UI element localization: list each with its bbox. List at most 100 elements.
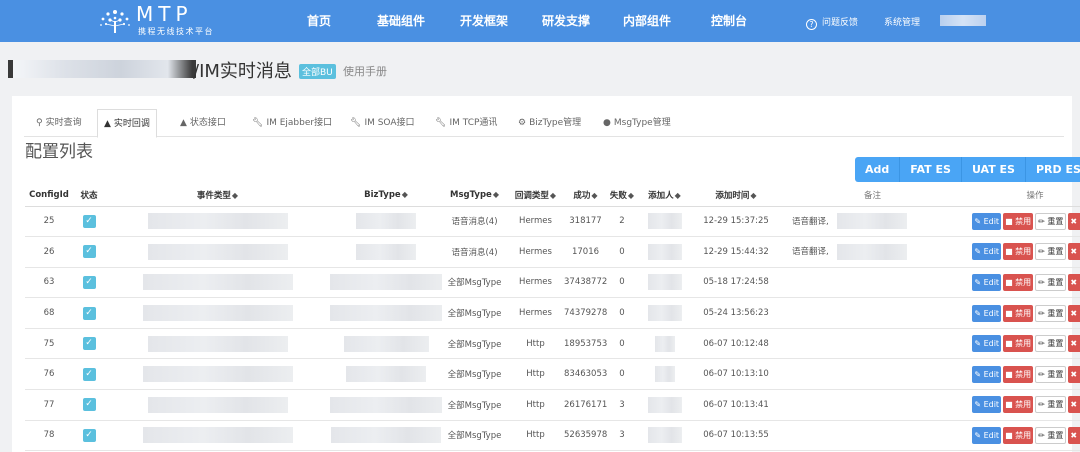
uat-es-button[interactable]: UAT ES [961, 157, 1026, 182]
edit-button[interactable]: ✎ Edit [972, 426, 1002, 444]
note-cell [780, 358, 965, 391]
col-configid[interactable]: ConfigId [25, 185, 73, 207]
nav-home[interactable]: 首页 [307, 12, 331, 29]
disable-button[interactable]: ■ 禁用 [1003, 243, 1034, 261]
delete-button[interactable]: ✖ 删除 [1068, 273, 1080, 291]
tab-biztype[interactable]: ⚙ BizType管理 [512, 109, 587, 137]
reset-button[interactable]: ✏ 重置 [1035, 396, 1067, 414]
col-callback-type[interactable]: 回调类型◆ [507, 185, 564, 207]
delete-button[interactable]: ✖ 删除 [1068, 396, 1080, 414]
delete-button[interactable]: ✖ 删除 [1068, 426, 1080, 444]
biztype-redacted [331, 427, 441, 444]
note-redacted [836, 213, 907, 230]
reset-button[interactable]: ✏ 重置 [1035, 273, 1067, 291]
bu-badge[interactable]: 全部BU [299, 64, 336, 79]
disable-button[interactable]: ■ 禁用 [1003, 426, 1034, 444]
reset-button[interactable]: ✏ 重置 [1035, 243, 1067, 261]
col-event-type[interactable]: 事件类型◆ [105, 185, 330, 207]
brand-name: MTP [136, 2, 193, 26]
adder-redacted [647, 396, 682, 413]
tab-status-api[interactable]: ▲ 状态接口 [174, 109, 232, 137]
prd-es-button[interactable]: PRD ES [1025, 157, 1080, 182]
manual-link[interactable]: 使用手册 [343, 63, 387, 79]
ops-cell: ✎ Edit■ 禁用✏ 重置✖ 删除 [965, 420, 1080, 452]
sort-icon: ◆ [549, 191, 557, 201]
stop-icon: ■ [1005, 430, 1013, 440]
delete-button[interactable]: ✖ 删除 [1068, 304, 1080, 322]
disable-button[interactable]: ■ 禁用 [1003, 335, 1034, 353]
col-biztype[interactable]: BizType◆ [330, 185, 442, 207]
disable-button[interactable]: ■ 禁用 [1003, 304, 1034, 322]
reset-button[interactable]: ✏ 重置 [1035, 304, 1067, 322]
edit-button[interactable]: ✎ Edit [972, 304, 1002, 322]
add-button[interactable]: Add [855, 157, 901, 182]
edit-button[interactable]: ✎ Edit [972, 212, 1002, 230]
enabled-checkbox[interactable]: ✓ [82, 398, 96, 412]
mtp-logo[interactable]: MTP 携程无线技术平台 [98, 2, 258, 39]
add-time-cell: 06-07 10:13:41 [692, 389, 780, 421]
biztype-cell [330, 236, 442, 268]
nav-dev-framework[interactable]: 开发框架 [460, 12, 508, 29]
col-add-time[interactable]: 添加时间◆ [692, 185, 780, 207]
fat-es-button[interactable]: FAT ES [900, 157, 962, 182]
disable-button[interactable]: ■ 禁用 [1003, 273, 1034, 291]
col-msgtype[interactable]: MsgType◆ [442, 185, 507, 207]
reset-button[interactable]: ✏ 重置 [1035, 365, 1067, 383]
reset-button[interactable]: ✏ 重置 [1035, 212, 1067, 230]
edit-button[interactable]: ✎ Edit [972, 335, 1002, 353]
edit-icon: ✎ [974, 277, 982, 287]
user-name-redacted[interactable] [940, 15, 986, 26]
stop-icon: ■ [1005, 339, 1013, 349]
tab-realtime-query[interactable]: ⚲ 实时查询 [30, 109, 88, 137]
col-status[interactable]: 状态 [73, 185, 105, 207]
delete-button[interactable]: ✖ 删除 [1068, 243, 1080, 261]
edit-icon: ✎ [974, 400, 982, 410]
enabled-checkbox[interactable]: ✓ [82, 214, 96, 228]
disable-button[interactable]: ■ 禁用 [1003, 365, 1034, 383]
nav-console[interactable]: 控制台 [711, 12, 747, 29]
delete-button[interactable]: ✖ 删除 [1068, 335, 1080, 353]
note-cell [780, 297, 965, 329]
event-type-redacted [142, 366, 293, 383]
edit-button[interactable]: ✎ Edit [972, 396, 1002, 414]
disable-button[interactable]: ■ 禁用 [1003, 396, 1034, 414]
reset-button[interactable]: ✏ 重置 [1035, 426, 1067, 444]
nav-rd-support[interactable]: 研发支撑 [542, 12, 590, 29]
enabled-checkbox[interactable]: ✓ [82, 275, 96, 289]
edit-button[interactable]: ✎ Edit [972, 243, 1002, 261]
tab-im-soa[interactable]: 🔧︎ IM SOA接口 [344, 109, 421, 137]
tab-msgtype[interactable]: ● MsgType管理 [597, 109, 677, 137]
tab-im-ejabber[interactable]: 🔧︎ IM Ejabber接口 [246, 109, 338, 137]
close-icon: ✖ [1070, 339, 1078, 349]
adder-cell [637, 358, 692, 391]
delete-button[interactable]: ✖ 删除 [1068, 365, 1080, 383]
bell-icon: ▲ [180, 118, 187, 128]
disable-button[interactable]: ■ 禁用 [1003, 212, 1034, 230]
delete-button[interactable]: ✖ 删除 [1068, 212, 1080, 230]
edit-icon: ✎ [974, 216, 982, 226]
nav-base-components[interactable]: 基础组件 [377, 12, 425, 29]
enabled-checkbox[interactable]: ✓ [82, 245, 96, 259]
biztype-redacted [356, 243, 416, 260]
col-success[interactable]: 成功◆ [564, 185, 607, 207]
edit-icon: ✎ [974, 247, 982, 257]
system-admin-link[interactable]: 系统管理 [884, 15, 920, 28]
enabled-checkbox[interactable]: ✓ [82, 428, 96, 442]
msgtype-cell: 全部MsgType [442, 297, 507, 329]
edit-button[interactable]: ✎ Edit [972, 365, 1002, 383]
tab-realtime-callback[interactable]: ▲ 实时回调 [97, 109, 157, 138]
enabled-checkbox[interactable]: ✓ [82, 367, 96, 381]
stop-icon: ■ [1005, 247, 1013, 257]
col-fail[interactable]: 失败◆ [607, 185, 637, 207]
nav-internal-components[interactable]: 内部组件 [623, 12, 671, 29]
enabled-checkbox[interactable]: ✓ [82, 306, 96, 320]
reset-button[interactable]: ✏ 重置 [1035, 335, 1067, 353]
feedback-link[interactable]: ? 问题反馈 [806, 15, 858, 30]
tab-im-tcp[interactable]: 🔧︎ IM TCP通讯 [429, 109, 503, 137]
edit-button[interactable]: ✎ Edit [972, 273, 1002, 291]
msgtype-cell: 全部MsgType [442, 420, 507, 452]
biztype-redacted [346, 366, 426, 383]
edit-icon: ✎ [974, 430, 982, 440]
col-adder[interactable]: 添加人◆ [637, 185, 692, 207]
enabled-checkbox[interactable]: ✓ [82, 337, 96, 351]
